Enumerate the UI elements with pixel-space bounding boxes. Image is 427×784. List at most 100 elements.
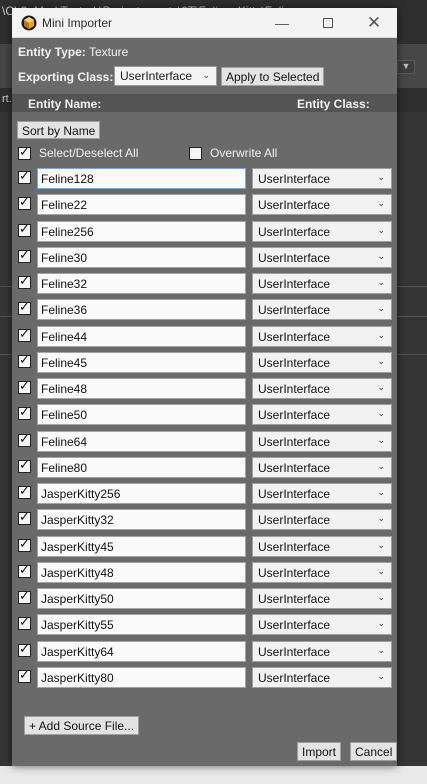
- entity-class-select[interactable]: UserInterface ⌄: [252, 588, 392, 609]
- chevron-down-icon: ⌄: [377, 618, 385, 629]
- row-checkbox[interactable]: ✓: [18, 510, 31, 526]
- entity-name-field[interactable]: Feline50: [37, 404, 246, 426]
- entity-name-field[interactable]: JasperKitty32: [37, 509, 246, 531]
- entity-name-field[interactable]: JasperKitty80: [37, 666, 246, 688]
- row-checkbox[interactable]: ✓: [18, 667, 31, 683]
- row-checkbox[interactable]: ✓: [18, 325, 31, 342]
- cube-logo-icon: [21, 15, 37, 31]
- row-checkbox[interactable]: ✓: [18, 274, 31, 289]
- chevron-down-icon: ⌄: [377, 382, 385, 392]
- add-source-file-button[interactable]: + Add Source File...: [24, 716, 140, 735]
- entity-class-select[interactable]: UserInterface ⌄: [252, 430, 392, 452]
- entity-class-value: UserInterface: [258, 172, 331, 186]
- row-checkbox[interactable]: ✓: [18, 589, 31, 604]
- entity-class-select[interactable]: UserInterface ⌄: [252, 351, 392, 373]
- entity-class-select[interactable]: UserInterface ⌄: [252, 666, 392, 688]
- entity-class-select[interactable]: UserInterface ⌄: [252, 535, 392, 557]
- entity-class-select[interactable]: UserInterface ⌄: [252, 273, 392, 294]
- row-checkbox[interactable]: ✓: [18, 615, 31, 631]
- entity-name-field[interactable]: Feline64: [37, 430, 246, 452]
- row-checkbox[interactable]: ✓: [18, 168, 31, 184]
- background-dropdown[interactable]: ▼: [397, 60, 415, 74]
- entity-class-select[interactable]: UserInterface ⌄: [252, 378, 392, 399]
- entity-class-select[interactable]: UserInterface ⌄: [252, 299, 392, 321]
- row-checkbox[interactable]: ✓: [18, 378, 31, 394]
- entity-name-field[interactable]: JasperKitty50: [37, 588, 246, 609]
- entity-class-select[interactable]: UserInterface ⌄: [252, 325, 392, 347]
- entity-name-field[interactable]: Feline80: [37, 456, 246, 478]
- row-checkbox[interactable]: ✓: [18, 300, 31, 316]
- maximize-button[interactable]: [305, 8, 351, 38]
- checkmark-icon: ✓: [19, 194, 30, 210]
- entity-name-field[interactable]: Feline45: [37, 351, 246, 373]
- chevron-down-icon: ⌄: [377, 408, 385, 419]
- entity-name-field[interactable]: Feline44: [37, 325, 246, 347]
- entity-class-value: UserInterface: [258, 303, 331, 318]
- exporting-class-value: UserInterface: [120, 69, 193, 83]
- entity-name-field[interactable]: JasperKitty45: [37, 535, 246, 557]
- exporting-class-label: Exporting Class:: [18, 70, 114, 84]
- entity-class-select[interactable]: UserInterface ⌄: [252, 404, 392, 426]
- exporting-class-select[interactable]: UserInterface ⌄: [114, 66, 217, 86]
- checkmark-icon: ✓: [19, 325, 30, 341]
- entity-name-field[interactable]: Feline32: [37, 273, 246, 294]
- select-all-checkbox[interactable]: ✓: [18, 145, 31, 160]
- title-bar[interactable]: Mini Importer — ✕: [12, 8, 397, 38]
- entity-class-value: UserInterface: [258, 592, 331, 606]
- entity-class-select[interactable]: UserInterface ⌄: [252, 509, 392, 531]
- entity-class-select[interactable]: UserInterface ⌄: [252, 561, 392, 583]
- checkmark-icon: ✓: [19, 220, 30, 236]
- entity-class-value: UserInterface: [258, 198, 331, 213]
- close-button[interactable]: ✕: [351, 8, 397, 38]
- row-checkbox[interactable]: ✓: [18, 247, 31, 263]
- entity-name-field[interactable]: Feline128: [37, 168, 246, 189]
- chevron-down-icon: ⌄: [377, 487, 385, 497]
- entity-class-select[interactable]: UserInterface ⌄: [252, 614, 392, 636]
- entity-name-field[interactable]: Feline30: [37, 246, 246, 268]
- dialog-title: Mini Importer: [42, 16, 113, 30]
- overwrite-all-checkbox[interactable]: [189, 147, 202, 160]
- apply-to-selected-button[interactable]: Apply to Selected: [221, 67, 325, 86]
- entity-name-field[interactable]: Feline256: [37, 220, 246, 242]
- chevron-down-icon: ⌄: [377, 355, 385, 366]
- row-checkbox[interactable]: ✓: [18, 536, 31, 552]
- minimize-button[interactable]: —: [259, 8, 305, 38]
- entity-class-select[interactable]: UserInterface ⌄: [252, 220, 392, 242]
- row-checkbox[interactable]: ✓: [18, 194, 31, 211]
- entity-class-value: UserInterface: [258, 513, 331, 528]
- chevron-down-icon: ⌄: [377, 172, 385, 182]
- entity-class-select[interactable]: UserInterface ⌄: [252, 456, 392, 478]
- checkmark-icon: ✓: [19, 168, 30, 183]
- entity-name-field[interactable]: JasperKitty256: [37, 483, 246, 504]
- row-checkbox[interactable]: ✓: [18, 405, 31, 421]
- row-checkbox[interactable]: ✓: [18, 562, 31, 578]
- row-checkbox[interactable]: ✓: [18, 484, 31, 499]
- entity-class-select[interactable]: UserInterface ⌄: [252, 246, 392, 268]
- entity-class-select[interactable]: UserInterface ⌄: [252, 194, 392, 216]
- import-button[interactable]: Import: [297, 742, 342, 761]
- entity-name-field[interactable]: Feline22: [37, 194, 246, 216]
- entity-name-field[interactable]: Feline36: [37, 299, 246, 321]
- column-header: Entity Name: Entity Class:: [12, 94, 397, 112]
- cancel-button[interactable]: Cancel: [350, 742, 398, 761]
- row-checkbox[interactable]: ✓: [18, 220, 31, 237]
- entity-class-select[interactable]: UserInterface ⌄: [252, 483, 392, 504]
- row-checkbox[interactable]: ✓: [18, 641, 31, 657]
- sort-by-name-button[interactable]: Sort by Name: [17, 121, 101, 139]
- entity-class-select[interactable]: UserInterface ⌄: [252, 640, 392, 662]
- entity-name-field[interactable]: JasperKitty55: [37, 614, 246, 636]
- close-icon: ✕: [366, 13, 382, 32]
- entity-class-select[interactable]: UserInterface ⌄: [252, 168, 392, 189]
- entity-row: ✓ Feline64 UserInterface ⌄: [12, 428, 397, 454]
- entity-name-field[interactable]: JasperKitty64: [37, 640, 246, 662]
- chevron-down-icon: ⌄: [377, 670, 385, 681]
- entity-type-value: Texture: [89, 45, 129, 59]
- entity-row: ✓ JasperKitty64 UserInterface ⌄: [12, 638, 397, 664]
- entity-class-column-header: Entity Class:: [297, 97, 370, 111]
- entity-name-field[interactable]: Feline48: [37, 378, 246, 399]
- row-checkbox[interactable]: ✓: [18, 457, 31, 473]
- checkmark-icon: ✓: [19, 378, 30, 393]
- entity-name-field[interactable]: JasperKitty48: [37, 561, 246, 583]
- row-checkbox[interactable]: ✓: [18, 431, 31, 447]
- row-checkbox[interactable]: ✓: [18, 352, 31, 368]
